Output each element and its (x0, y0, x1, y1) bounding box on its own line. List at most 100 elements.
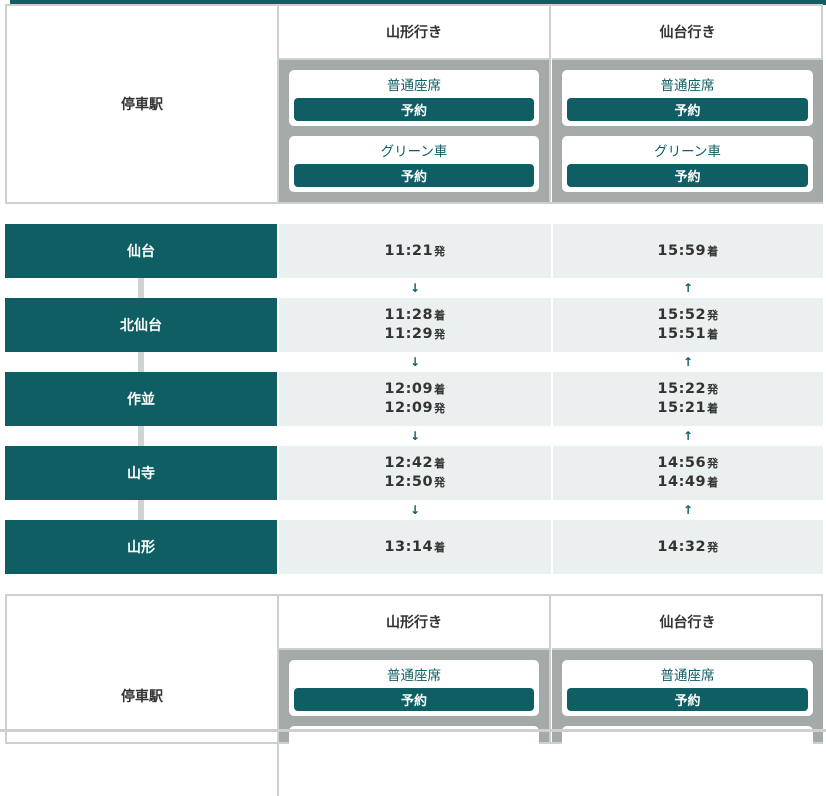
direction-arrows: ↓ ↑ (279, 278, 823, 298)
time-suffix: 発 (707, 383, 719, 396)
timetable-header-2: 停車駅 山形行き 普通座席 予約 仙台行き 普通座席 予約 (5, 594, 823, 796)
time-value: 11:29 (384, 326, 434, 342)
time-suffix: 着 (707, 244, 719, 258)
up-arrow-icon: ↑ (682, 281, 694, 295)
seat-card-partial (289, 726, 539, 782)
seat-card-regular: 普通座席 予約 (289, 660, 539, 716)
time-suffix: 着 (434, 540, 446, 554)
station-name: 北仙台 (5, 298, 277, 352)
reserve-button[interactable]: 予約 (294, 98, 534, 121)
time-cell-yamagata: 12:09着 12:09発 (279, 372, 551, 426)
time-suffix: 発 (707, 457, 719, 470)
time-value: 12:09 (384, 381, 434, 397)
destination-label: 山形行き (279, 6, 549, 60)
time-value: 14:32 (657, 538, 707, 555)
station-column-label: 停車駅 (7, 596, 279, 796)
time-value: 15:22 (657, 381, 707, 397)
time-cell-sendai: 15:52発 15:51着 (553, 298, 823, 352)
stop-row-sendai: 仙台 11:21発 15:59着 (5, 224, 823, 278)
time-cell-yamagata: 13:14着 (279, 520, 551, 574)
up-arrow-icon: ↑ (682, 429, 694, 443)
seat-card-green: グリーン車 予約 (289, 136, 539, 192)
time-cell-sendai: 15:22発 15:21着 (553, 372, 823, 426)
time-suffix: 着 (434, 457, 446, 470)
seat-label: グリーン車 (380, 144, 448, 160)
time-suffix: 着 (707, 476, 719, 489)
destination-label: 仙台行き (552, 6, 823, 60)
down-arrow-icon: ↓ (409, 281, 421, 295)
destination-label: 山形行き (279, 596, 549, 650)
station-name: 作並 (5, 372, 277, 426)
reserve-button[interactable]: 予約 (294, 164, 534, 187)
time-suffix: 発 (707, 540, 719, 554)
column-sendai: 仙台行き 普通座席 予約 (552, 596, 823, 782)
time-suffix: 着 (707, 402, 719, 415)
time-suffix: 着 (707, 328, 719, 341)
station-column-label: 停車駅 (7, 6, 279, 202)
column-yamagata: 山形行き 普通座席 予約 グリーン車 予約 (279, 6, 551, 202)
time-line: 14:32発 (657, 538, 718, 557)
station-name: 山寺 (5, 446, 277, 500)
time-line: 15:59着 (657, 242, 718, 261)
destination-label: 仙台行き (552, 596, 823, 650)
stop-row-kitasendai: 北仙台 11:28着 11:29発 15:52発 15:51着 (5, 298, 823, 352)
seat-label: 普通座席 (387, 78, 441, 94)
time-suffix: 発 (434, 328, 446, 341)
reserve-button[interactable]: 予約 (567, 688, 808, 711)
time-cell-sendai: 14:32発 (553, 520, 823, 574)
time-line: 12:09着 (384, 380, 445, 399)
column-sendai: 仙台行き 普通座席 予約 グリーン車 予約 (552, 6, 823, 202)
seat-label: 普通座席 (660, 668, 715, 684)
time-line: 15:21着 (657, 399, 718, 418)
seat-card-partial (562, 726, 813, 782)
time-line: 11:21発 (384, 242, 445, 261)
time-value: 15:52 (657, 307, 707, 323)
time-value: 12:42 (384, 455, 434, 471)
seat-card-regular: 普通座席 予約 (289, 70, 539, 126)
seat-options: 普通座席 予約 グリーン車 予約 (279, 60, 549, 202)
time-value: 15:59 (657, 242, 707, 259)
time-line: 12:50発 (384, 473, 445, 492)
seat-label: 普通座席 (387, 668, 441, 684)
direction-arrows: ↓ ↑ (279, 352, 823, 372)
time-line: 12:42着 (384, 454, 445, 473)
seat-label: 普通座席 (660, 78, 715, 94)
time-value: 15:21 (657, 400, 707, 416)
time-cell-sendai: 15:59着 (553, 224, 823, 278)
time-suffix: 発 (434, 402, 446, 415)
station-name: 仙台 (5, 224, 277, 278)
reserve-button[interactable]: 予約 (294, 688, 534, 711)
time-suffix: 発 (707, 309, 719, 322)
time-line: 14:56発 (657, 454, 718, 473)
time-line: 15:52発 (657, 306, 718, 325)
up-arrow-icon: ↑ (682, 503, 694, 517)
reserve-button[interactable]: 予約 (567, 98, 808, 121)
stop-row-yamadera: 山寺 12:42着 12:50発 14:56発 14:49着 (5, 446, 823, 500)
time-cell-yamagata: 11:21発 (279, 224, 551, 278)
time-suffix: 着 (434, 309, 446, 322)
time-value: 12:50 (384, 474, 434, 490)
time-cell-yamagata: 12:42着 12:50発 (279, 446, 551, 500)
seat-label: グリーン車 (654, 144, 721, 160)
seat-options: 普通座席 予約 グリーン車 予約 (552, 60, 823, 202)
time-cell-sendai: 14:56発 14:49着 (553, 446, 823, 500)
reserve-button[interactable]: 予約 (567, 164, 808, 187)
down-arrow-icon: ↓ (409, 429, 421, 443)
time-value: 13:14 (384, 538, 434, 555)
seat-card-green: グリーン車 予約 (562, 136, 813, 192)
time-line: 14:49着 (657, 473, 718, 492)
seat-card-regular: 普通座席 予約 (562, 660, 813, 716)
down-arrow-icon: ↓ (409, 503, 421, 517)
station-name: 山形 (5, 520, 277, 574)
seat-card-regular: 普通座席 予約 (562, 70, 813, 126)
down-arrow-icon: ↓ (409, 355, 421, 369)
time-suffix: 発 (434, 244, 446, 258)
stop-row-sakunami: 作並 12:09着 12:09発 15:22発 15:21着 (5, 372, 823, 426)
time-cell-yamagata: 11:28着 11:29発 (279, 298, 551, 352)
time-value: 15:51 (657, 326, 707, 342)
column-yamagata: 山形行き 普通座席 予約 (279, 596, 551, 782)
time-value: 11:28 (384, 307, 434, 323)
time-line: 13:14着 (384, 538, 445, 557)
time-value: 14:56 (657, 455, 707, 471)
timetable-header: 停車駅 山形行き 普通座席 予約 グリーン車 予約 仙台行き 普通座席 予約 グ… (5, 4, 823, 204)
